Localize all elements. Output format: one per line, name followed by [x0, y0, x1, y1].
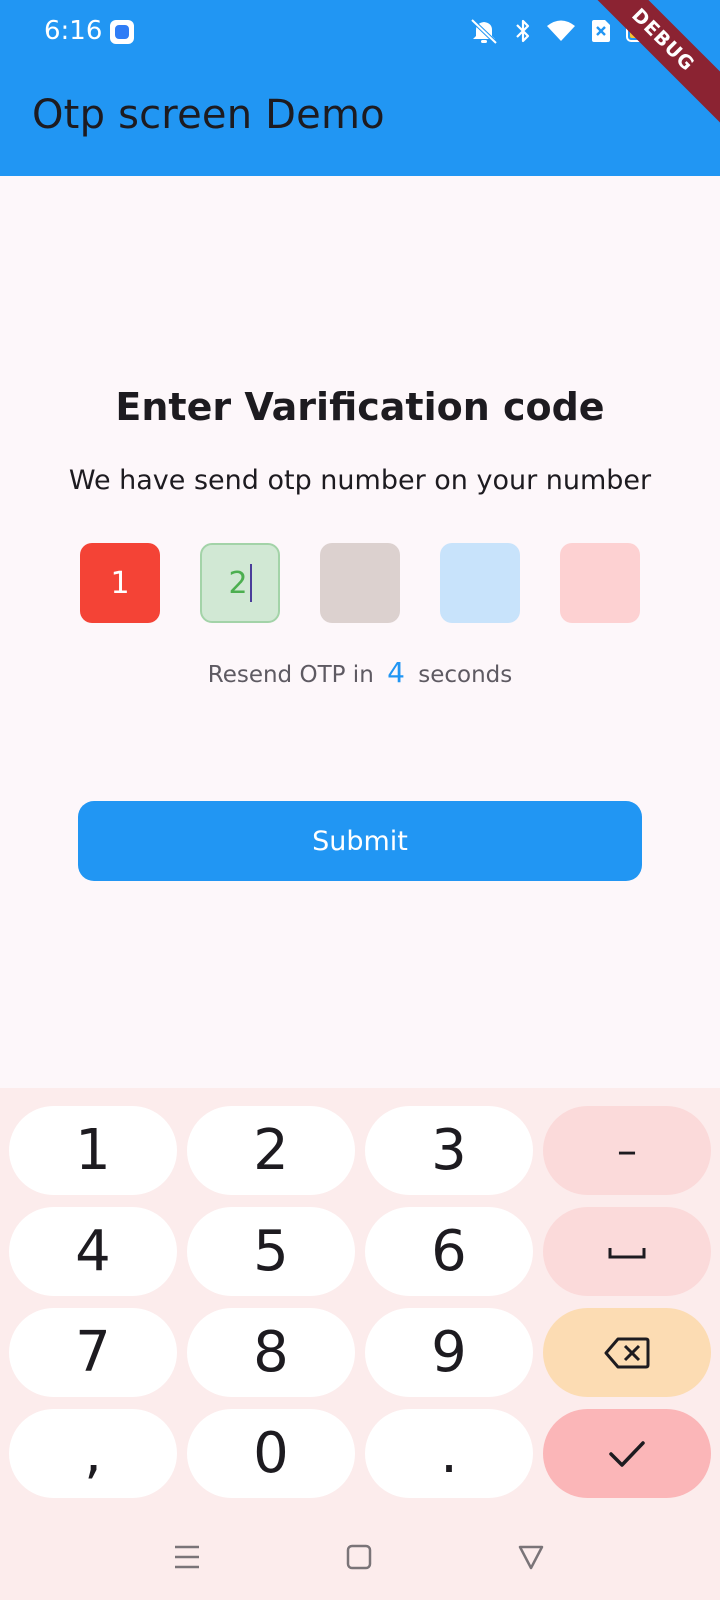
key-5[interactable]: 5 [187, 1207, 355, 1296]
check-icon [609, 1440, 645, 1467]
resend-prefix: Resend OTP in [207, 662, 374, 688]
verification-title: Enter Varification code [115, 385, 605, 429]
mute-icon [470, 18, 498, 44]
app-header: 6:16 Otp screen Demo DEBUG [0, 0, 720, 176]
key-0[interactable]: 0 [187, 1409, 355, 1498]
key-comma[interactable]: , [9, 1409, 177, 1498]
otp-digit-5[interactable] [560, 543, 640, 623]
page-title: Otp screen Demo [32, 92, 385, 138]
otp-digit-1[interactable]: 1 [80, 543, 160, 623]
submit-label: Submit [312, 825, 408, 857]
system-nav-bar [0, 1510, 720, 1600]
resend-countdown: 4 [387, 656, 405, 689]
home-icon[interactable] [344, 1542, 374, 1572]
verification-subtitle: We have send otp number on your number [68, 465, 652, 496]
key-3[interactable]: 3 [365, 1106, 533, 1195]
otp-input-row: 1 2 [80, 543, 640, 623]
wifi-icon [547, 20, 575, 41]
key-space[interactable] [543, 1207, 711, 1296]
key-8[interactable]: 8 [187, 1308, 355, 1397]
text-cursor [249, 564, 252, 602]
sim-icon [592, 20, 610, 42]
back-icon[interactable] [516, 1542, 546, 1572]
key-6[interactable]: 6 [365, 1207, 533, 1296]
status-time: 6:16 [44, 16, 103, 46]
space-icon [608, 1247, 646, 1258]
key-period[interactable]: . [365, 1409, 533, 1498]
backspace-icon [604, 1337, 650, 1368]
app-icon [110, 20, 134, 44]
key-done[interactable] [543, 1409, 711, 1498]
key-dash[interactable]: – [543, 1106, 711, 1195]
otp-digit-4[interactable] [440, 543, 520, 623]
menu-icon[interactable] [172, 1542, 202, 1572]
otp-digit-3[interactable] [320, 543, 400, 623]
key-2[interactable]: 2 [187, 1106, 355, 1195]
key-9[interactable]: 9 [365, 1308, 533, 1397]
key-1[interactable]: 1 [9, 1106, 177, 1195]
bluetooth-icon [516, 19, 530, 43]
key-4[interactable]: 4 [9, 1207, 177, 1296]
resend-timer: Resend OTP in 4 seconds [0, 656, 720, 689]
otp-digit-2[interactable]: 2 [200, 543, 280, 623]
resend-suffix: seconds [418, 662, 513, 688]
key-7[interactable]: 7 [9, 1308, 177, 1397]
submit-button[interactable]: Submit [78, 801, 642, 881]
key-backspace[interactable] [543, 1308, 711, 1397]
